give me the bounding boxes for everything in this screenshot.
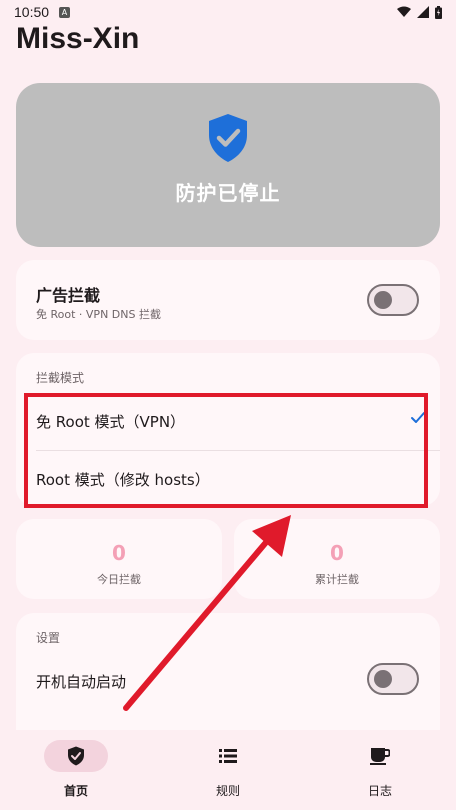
protection-status-card[interactable]: 防护已停止 <box>16 83 440 247</box>
adblock-subtitle: 免 Root · VPN DNS 拦截 <box>36 308 161 321</box>
block-mode-card: 拦截模式 免 Root 模式（VPN） Root 模式（修改 hosts） <box>16 353 440 506</box>
stat-today: 0 今日拦截 <box>16 519 222 599</box>
setting-label: 开机自动启动 <box>36 673 127 691</box>
battery-icon <box>435 5 442 19</box>
notification-badge-icon: A <box>59 6 71 18</box>
stat-value: 0 <box>330 541 344 565</box>
stat-label: 今日拦截 <box>97 573 141 586</box>
stat-total: 0 累计拦截 <box>234 519 440 599</box>
block-mode-label: 拦截模式 <box>36 371 85 385</box>
check-icon <box>411 412 425 423</box>
nav-item-home[interactable]: 首页 <box>16 730 136 810</box>
nav-item-rules[interactable]: 规则 <box>168 730 288 810</box>
toggle-knob <box>374 291 392 309</box>
adblock-title: 广告拦截 <box>36 286 101 305</box>
nav-indicator <box>44 740 108 772</box>
nav-label: 日志 <box>367 784 392 798</box>
mode-option-root[interactable]: Root 模式（修改 hosts） <box>16 451 440 507</box>
mode-option-vpn[interactable]: 免 Root 模式（VPN） <box>16 393 440 449</box>
protection-status-text: 防护已停止 <box>175 181 281 205</box>
nav-label: 首页 <box>63 784 88 798</box>
nav-label: 规则 <box>215 784 240 798</box>
nav-indicator <box>348 740 412 772</box>
status-left: 10:50 A <box>14 4 71 20</box>
coffee-icon <box>370 748 390 765</box>
stat-value: 0 <box>112 541 126 565</box>
bottom-nav: 首页 规则 日志 <box>0 730 456 810</box>
list-icon <box>219 749 237 763</box>
toggle-knob <box>374 670 392 688</box>
adblock-card: 广告拦截 免 Root · VPN DNS 拦截 <box>16 260 440 340</box>
mode-option-label: Root 模式（修改 hosts） <box>36 471 210 489</box>
autostart-toggle[interactable] <box>367 663 419 695</box>
adblock-toggle[interactable] <box>367 284 419 316</box>
mode-option-label: 免 Root 模式（VPN） <box>36 413 186 431</box>
shield-check-icon <box>68 746 84 766</box>
page-title: Miss-Xin <box>16 22 140 55</box>
wifi-icon <box>397 6 411 17</box>
stat-label: 累计拦截 <box>315 573 359 586</box>
nav-item-logs[interactable]: 日志 <box>320 730 440 810</box>
status-time: 10:50 <box>14 4 50 20</box>
shield-check-icon <box>209 114 247 162</box>
signal-icon <box>417 6 429 18</box>
settings-label: 设置 <box>36 631 61 645</box>
nav-indicator <box>196 740 260 772</box>
status-bar: 10:50 A <box>0 0 456 24</box>
status-right <box>397 5 442 19</box>
